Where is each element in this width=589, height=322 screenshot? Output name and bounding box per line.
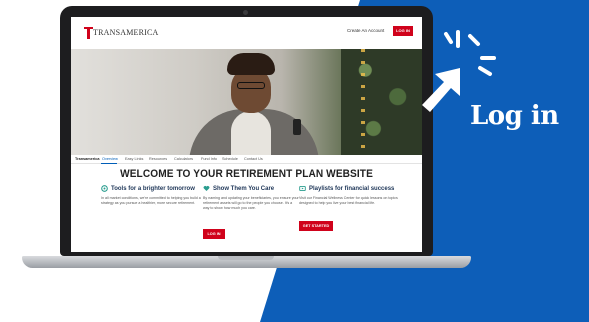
transamerica-logo-icon — [84, 27, 93, 39]
nav-tab-fund-info[interactable]: Fund Info — [201, 157, 217, 161]
nav-tab-resources[interactable]: Resources — [149, 157, 167, 161]
camera-icon — [243, 10, 248, 15]
nav-tab-overview[interactable]: Overview — [102, 157, 118, 161]
hero-image — [71, 49, 422, 155]
column-description: By naming and updating your beneficiarie… — [203, 196, 299, 211]
column-title: Tools for a brighter tomorrow — [111, 186, 195, 192]
nav-tab-calculators[interactable]: Calculators — [174, 157, 193, 161]
header-login-button[interactable]: LOG IN — [393, 26, 413, 36]
column-description: In all market conditions, we're committe… — [101, 196, 201, 206]
phone-icon — [293, 119, 301, 135]
nav-tab-easy-links[interactable]: Easy Links — [125, 157, 143, 161]
site-nav: Transamerica Overview Easy Links Resourc… — [71, 155, 422, 164]
playlist-icon — [299, 185, 306, 192]
login-button[interactable]: LOG IN — [203, 229, 225, 239]
site-header: TRANSAMERICA Create An Account LOG IN — [71, 17, 422, 49]
column-title: Show Them You Care — [213, 186, 275, 192]
login-callout-text: Log in — [470, 101, 559, 131]
nav-tab-contact-us[interactable]: Contact Us — [244, 157, 263, 161]
string-lights — [361, 49, 365, 155]
welcome-heading: WELCOME TO YOUR RETIREMENT PLAN WEBSITE — [120, 168, 373, 180]
person-shirt — [231, 111, 271, 155]
create-account-link[interactable]: Create An Account — [347, 28, 384, 33]
column-description: Visit our Financial Wellness Center for … — [299, 196, 398, 206]
nav-brand[interactable]: Transamerica — [75, 157, 100, 161]
nav-tab-schedule[interactable]: Schedule — [222, 157, 238, 161]
column-title: Playlists for financial success — [309, 186, 395, 192]
person-hair — [227, 53, 275, 75]
heart-hands-icon — [203, 185, 210, 191]
laptop-notch — [218, 256, 274, 260]
laptop-screen: TRANSAMERICA Create An Account LOG IN Tr… — [71, 17, 422, 252]
glasses-icon — [237, 82, 265, 89]
active-tab-indicator — [101, 163, 117, 164]
get-started-button[interactable]: GET STARTED — [299, 221, 333, 231]
logo-text[interactable]: TRANSAMERICA — [93, 28, 159, 37]
tools-icon — [101, 185, 108, 192]
